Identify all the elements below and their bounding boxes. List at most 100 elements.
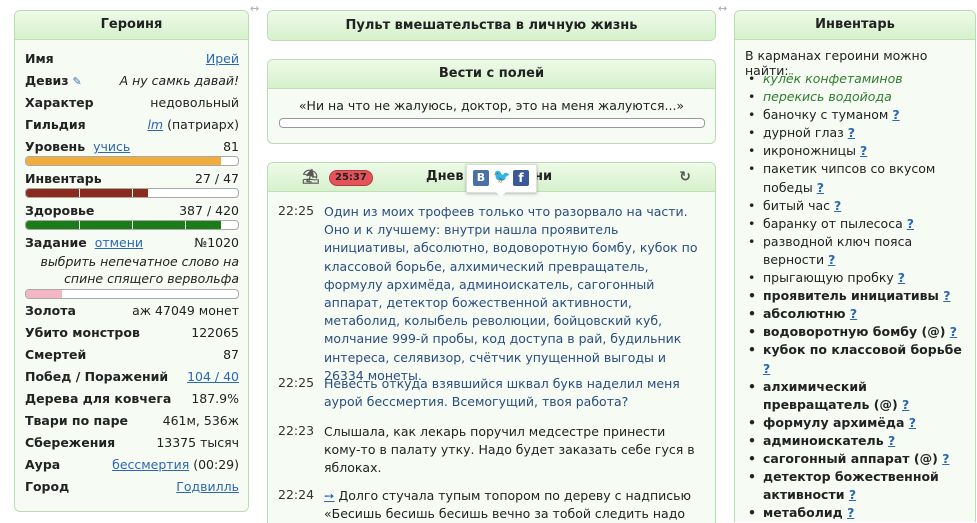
quest-text: выбрить непечатное слово на спине спящег… <box>40 254 240 286</box>
diary-entry: 22:25 Невесть откуда взявшийся шквал бук… <box>278 375 680 410</box>
inventory-item-name: пакетик чипсов со вкусом победы <box>763 161 936 195</box>
diary-panel: ⛱ 25:37 Днев ни ↻ B 🐦 f 22:25 Один из мо… <box>267 162 716 523</box>
learn-link[interactable]: учись <box>93 139 130 154</box>
item-help-link[interactable]: ? <box>902 397 909 412</box>
aura-link[interactable]: бессмертия <box>112 457 189 472</box>
news-panel-title: Вести с полей <box>268 60 715 89</box>
inventory-item-name: дурной глаз <box>763 125 844 141</box>
wins-row: Побед / Поражений 104 / 40 <box>25 369 239 384</box>
inventory-item-name: битый час <box>763 197 830 213</box>
inventory-item[interactable]: админоискатель ? <box>745 432 973 450</box>
item-help-link[interactable]: ? <box>847 505 854 520</box>
item-help-link[interactable]: ? <box>817 180 824 195</box>
item-help-link[interactable]: ? <box>892 107 899 122</box>
inventory-item[interactable]: метаболид ? <box>745 504 973 522</box>
inventory-row: Инвентарь 27 / 47 <box>25 171 239 186</box>
inventory-item[interactable]: формулу архимёда ? <box>745 414 973 432</box>
inventory-item[interactable]: сагогонный аппарат (@) ? <box>745 450 973 468</box>
refresh-icon[interactable]: ↻ <box>679 163 691 191</box>
inventory-item[interactable]: алхимический превращатель (@) ? <box>745 378 973 414</box>
inventory-item-name: баранку от пылесоса <box>763 215 903 231</box>
motto-row: Девиз ✎ А ну самкь давай! <box>25 73 239 88</box>
resize-handle-right[interactable]: ↔ <box>718 2 727 15</box>
item-help-link[interactable]: ? <box>850 306 857 321</box>
inventory-item: дурной глаз ? <box>745 124 973 142</box>
cancel-quest-link[interactable]: отмени <box>95 235 143 250</box>
inventory-item: разводной ключ пояса верности ? <box>745 233 973 269</box>
quest-progress-bar <box>25 289 239 299</box>
wins-link[interactable]: 104 / 40 <box>187 369 239 384</box>
health-row: Здоровье 387 / 420 <box>25 203 239 218</box>
inventory-item[interactable]: абсолютню ? <box>745 305 973 323</box>
inventory-item: баночку с туманом ? <box>745 106 973 124</box>
town-link[interactable]: Годвилль <box>176 479 239 494</box>
inventory-item-name: разводной ключ пояса верности <box>763 233 913 267</box>
item-help-link[interactable]: ? <box>763 361 770 376</box>
item-help-link[interactable]: ? <box>950 324 957 339</box>
level-row: Уровень учись 81 <box>25 139 239 154</box>
share-popup: B 🐦 f <box>466 164 537 197</box>
item-help-link[interactable]: ? <box>888 433 895 448</box>
motto-value: А ну самкь давай! <box>119 73 239 88</box>
inventory-item-name: перекись водойода <box>763 89 892 105</box>
item-help-link[interactable]: ? <box>848 125 855 140</box>
diary-entry: 22:24 ➙ Долго стучала тупым топором по д… <box>278 487 692 522</box>
diary-entry: 22:23 Слышала, как лекарь поручил медсес… <box>278 423 695 476</box>
item-help-link[interactable]: ? <box>828 252 835 267</box>
inventory-item[interactable]: детектор божественной активности ? <box>745 468 973 504</box>
diary-entry: 22:25 Один из моих трофеев только что ра… <box>278 203 698 383</box>
inventory-item[interactable]: кубок по классовой борьбе ? <box>745 341 973 377</box>
news-text: «Ни на что не жалуюсь, доктор, это на ме… <box>298 98 685 113</box>
inventory-item: пакетик чипсов со вкусом победы ? <box>745 160 973 196</box>
guild-row: Гильдия lm (патриарх) <box>25 117 239 132</box>
diary-title-start: Днев <box>426 169 464 184</box>
interference-panel-title[interactable]: Пульт вмешательства в личную жизнь <box>268 11 715 40</box>
inventory-item: кулёк конфетаминов <box>745 70 973 88</box>
hero-name-link[interactable]: Ирей <box>206 51 239 66</box>
inventory-item[interactable]: проявитель инициативы ? <box>745 287 973 305</box>
inventory-item[interactable]: водоворотную бомбу (@) ? <box>745 323 973 341</box>
health-bar <box>25 220 239 230</box>
news-progress-bar <box>279 118 705 128</box>
item-help-link[interactable]: ? <box>898 270 905 285</box>
deaths-row: Смертей 87 <box>25 347 239 362</box>
monsters-row: Убито монстров 122065 <box>25 325 239 340</box>
inventory-list: кулёк конфетаминов перекись водойодабаноч… <box>745 70 973 522</box>
pairs-row: Твари по паре 461м, 536ж <box>25 413 239 428</box>
item-help-link[interactable]: ? <box>942 451 949 466</box>
guild-link[interactable]: lm <box>147 117 163 132</box>
umbrella-icon[interactable]: ⛱ <box>302 163 320 191</box>
inventory-item-name: икроножницы <box>763 143 857 159</box>
town-row: Город Годвилль <box>25 479 239 494</box>
trees-row: Дерева для ковчега 187.9% <box>25 391 239 406</box>
inventory-panel: Инвентарь В карманах героини можно найти… <box>734 10 976 522</box>
character-row: Характер недовольный <box>25 95 239 110</box>
inventory-bar <box>25 188 239 198</box>
name-row: Имя Ирей <box>25 51 239 66</box>
item-help-link[interactable]: ? <box>943 288 950 303</box>
news-panel: Вести с полей «Ни на что не жалуюсь, док… <box>267 59 716 144</box>
facebook-icon[interactable]: f <box>513 170 529 186</box>
interference-panel[interactable]: Пульт вмешательства в личную жизнь <box>267 10 716 41</box>
inventory-item-name: метаболид <box>763 505 843 521</box>
hero-panel-title: Героиня <box>15 11 248 40</box>
voice-marker-icon[interactable]: ➙ <box>324 488 334 503</box>
vk-icon[interactable]: B <box>473 170 489 186</box>
timer-badge: 25:37 <box>329 170 373 186</box>
savings-row: Сбережения 13375 тысяч <box>25 435 239 450</box>
item-help-link[interactable]: ? <box>849 487 856 502</box>
inventory-item-name: кулёк конфетаминов <box>763 71 903 86</box>
item-help-link[interactable]: ? <box>834 198 841 213</box>
item-help-link[interactable]: ? <box>907 216 914 231</box>
item-help-link[interactable]: ? <box>860 143 867 158</box>
item-help-link[interactable]: ? <box>909 415 916 430</box>
inventory-item-name: алхимический превращатель (@) <box>763 378 898 412</box>
inventory-item-name: формулу архимёда <box>763 414 905 430</box>
inventory-panel-title: Инвентарь <box>735 11 975 40</box>
inventory-item-name: абсолютню <box>763 306 846 322</box>
edit-pencil-icon[interactable]: ✎ <box>73 75 82 88</box>
inventory-item-name: админоискатель <box>763 432 884 448</box>
inventory-item-name: сагогонный аппарат (@) <box>763 450 938 466</box>
twitter-icon[interactable]: 🐦 <box>493 169 510 185</box>
resize-handle-left[interactable]: ↔ <box>250 2 259 15</box>
